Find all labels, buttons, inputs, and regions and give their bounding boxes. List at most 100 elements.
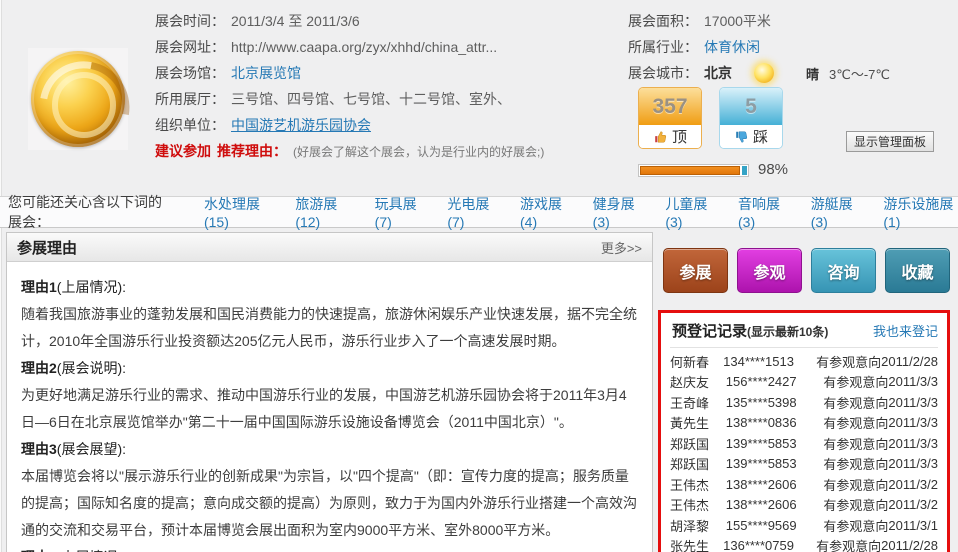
progress-fill-orange [640,166,740,175]
reason-subheading: (上届情况): [57,279,126,295]
register-me-link[interactable]: 我也来登记 [873,321,938,340]
record-phone: 138****2606 [726,497,824,512]
preregistration-subtitle: (显示最新10条) [747,323,828,340]
record-date: 2011/3/3 [888,436,938,451]
industry-label: 所属行业： [628,37,698,57]
record-name: 赵庆友 [670,372,726,391]
record-phone: 155****9569 [726,518,824,533]
registration-record-row: 王奇峰 135****5398 有参观意向 2011/3/3 [670,392,938,413]
record-intent: 有参观意向 [823,393,888,412]
record-intent: 有参观意向 [823,516,888,535]
record-date: 2011/3/3 [888,374,938,389]
related-exhibition-link[interactable]: 游艇展(3) [811,194,862,230]
halls-label: 所用展厅： [155,89,225,109]
exhibition-organizer-row: 组织单位： 中国游艺机游乐园协会 [155,112,625,138]
record-name: 王奇峰 [670,393,726,412]
venue-link[interactable]: 北京展览馆 [231,63,301,83]
time-label: 展会时间： [155,11,225,31]
exhibition-suggest-row: 建议参加 推荐理由： (好展会了解这个展会，认为是行业内的好展会;) [155,138,625,164]
suggest-label: 建议参加 [155,141,211,161]
organizer-link[interactable]: 中国游艺机游乐园协会 [231,115,371,135]
record-date: 2011/3/3 [888,395,938,410]
record-intent: 有参观意向 [816,352,881,371]
reason-heading: 理由3(展会展望): [21,436,638,463]
vote-up-button[interactable]: 357 顶 [638,87,702,149]
record-date: 2011/3/3 [888,456,938,471]
record-phone: 156****2427 [726,374,824,389]
exhibit-reasons-panel: 参展理由 更多>> 理由1(上届情况): 随着我国旅游事业的蓬勃发展和国民消费能… [6,232,653,552]
area-value: 17000平米 [704,11,771,31]
consult-button[interactable]: 咨询 [811,248,876,293]
join-exhibit-button[interactable]: 参展 [663,248,728,293]
preregistration-title: 预登记记录 [672,320,747,341]
exhibition-info-left: 展会时间： 2011/3/4 至 2011/3/6 展会网址： http://w… [155,8,625,164]
exhibition-time-row: 展会时间： 2011/3/4 至 2011/3/6 [155,8,625,34]
related-exhibition-link[interactable]: 儿童展(3) [665,194,716,230]
related-exhibition-link[interactable]: 旅游展(12) [295,194,352,230]
related-exhibition-link[interactable]: 玩具展(7) [375,194,426,230]
visit-button[interactable]: 参观 [737,248,802,293]
vote-down-label: 踩 [753,126,768,147]
url-value: http://www.caapa.org/zyx/xhhd/china_attr… [231,39,497,55]
reason-heading: 理由4(上届情况): [21,544,638,552]
gold-medal-image [31,51,125,147]
recommend-reason-label: 推荐理由： [217,141,287,161]
registration-record-row: 赵庆友 156****2427 有参观意向 2011/3/3 [670,372,938,393]
related-exhibition-link[interactable]: 健身展(3) [593,194,644,230]
registration-record-row: 黃先生 138****0836 有参观意向 2011/3/3 [670,413,938,434]
panel-header: 参展理由 更多>> [7,233,652,262]
more-link[interactable]: 更多>> [601,238,642,257]
reason-item: 理由4(上届情况): ◆国内游乐行业传统盛会，已成功举办了20届 ◆国际游乐行业… [21,544,638,552]
vote-down-button[interactable]: 5 踩 [719,87,783,149]
reason-item: 理由3(展会展望): 本届博览会将以"展示游乐行业的创新成果"为宗旨，以"四个提… [21,436,638,544]
related-keywords-label: 您可能还关心含以下词的展会： [8,192,176,232]
registration-record-row: 张先生 136****0759 有参观意向 2011/2/28 [670,536,938,552]
city-value: 北京 [704,63,732,83]
show-admin-panel-button[interactable]: 显示管理面板 [846,131,934,152]
reason-item: 理由2(展会说明): 为更好地满足游乐行业的需求、推动中国游乐行业的发展，中国游… [21,355,638,436]
related-exhibition-link[interactable]: 水处理展(15) [204,194,273,230]
registration-record-row: 何新春 134****1513 有参观意向 2011/2/28 [670,351,938,372]
record-date: 2011/3/3 [888,415,938,430]
page-left-edge [0,0,2,552]
related-keywords-band: 您可能还关心含以下词的展会： 水处理展(15) 旅游展(12) 玩具展(7) 光… [0,196,958,228]
related-exhibition-link[interactable]: 音响展(3) [738,194,789,230]
favorite-button[interactable]: 收藏 [885,248,950,293]
record-date: 2011/2/28 [881,354,938,369]
record-name: 王伟杰 [670,495,726,514]
exhibition-area-row: 展会面积： 17000平米 [628,8,958,34]
sidebar-action-buttons: 参展 参观 咨询 收藏 [663,248,950,293]
registration-record-row: 胡泽黎 155****9569 有参观意向 2011/3/1 [670,515,938,536]
record-phone: 139****5853 [726,456,824,471]
reason-subheading: (展会说明): [57,360,126,376]
reasons-body: 理由1(上届情况): 随着我国旅游事业的蓬勃发展和国民消费能力的快速提高，旅游休… [7,262,652,552]
record-intent: 有参观意向 [816,536,881,552]
record-intent: 有参观意向 [823,434,888,453]
record-name: 何新春 [670,352,723,371]
reason-text: 本届博览会将以"展示游乐行业的创新成果"为宗旨，以"四个提高"（即：宣传力度的提… [21,463,638,544]
record-date: 2011/2/28 [881,538,938,552]
thumb-down-icon [734,130,748,144]
exhibition-city-row: 展会城市： 北京 晴 3℃～-7℃ [628,60,958,86]
registration-record-row: 王伟杰 138****2606 有参观意向 2011/3/2 [670,474,938,495]
related-exhibition-link[interactable]: 游戏展(4) [520,194,571,230]
exhibition-url-row: 展会网址： http://www.caapa.org/zyx/xhhd/chin… [155,34,625,60]
exhibition-detail-page: 展会时间： 2011/3/4 至 2011/3/6 展会网址： http://w… [0,0,958,552]
exhibition-logo [28,48,128,150]
sun-icon [754,63,774,83]
industry-link[interactable]: 体育休闲 [704,37,760,57]
temperature-range: 3℃～-7℃ [829,64,890,83]
related-exhibition-link[interactable]: 游乐设施展(1) [883,194,958,230]
related-exhibition-link[interactable]: 光电展(7) [447,194,498,230]
record-date: 2011/3/2 [888,477,938,492]
exhibition-halls-row: 所用展厅： 三号馆、四号馆、七号馆、十二号馆、室外、 [155,86,625,112]
record-phone: 138****0836 [726,415,824,430]
weather-condition: 晴 [806,64,819,83]
reason-number: 理由3 [21,441,57,457]
record-intent: 有参观意向 [823,454,888,473]
reason-text: 随着我国旅游事业的蓬勃发展和国民消费能力的快速提高，旅游休闲娱乐产业快速发展，据… [21,301,638,355]
panel-title: 参展理由 [17,237,77,258]
record-phone: 139****5853 [726,436,824,451]
reason-number: 理由2 [21,360,57,376]
url-label: 展会网址： [155,37,225,57]
